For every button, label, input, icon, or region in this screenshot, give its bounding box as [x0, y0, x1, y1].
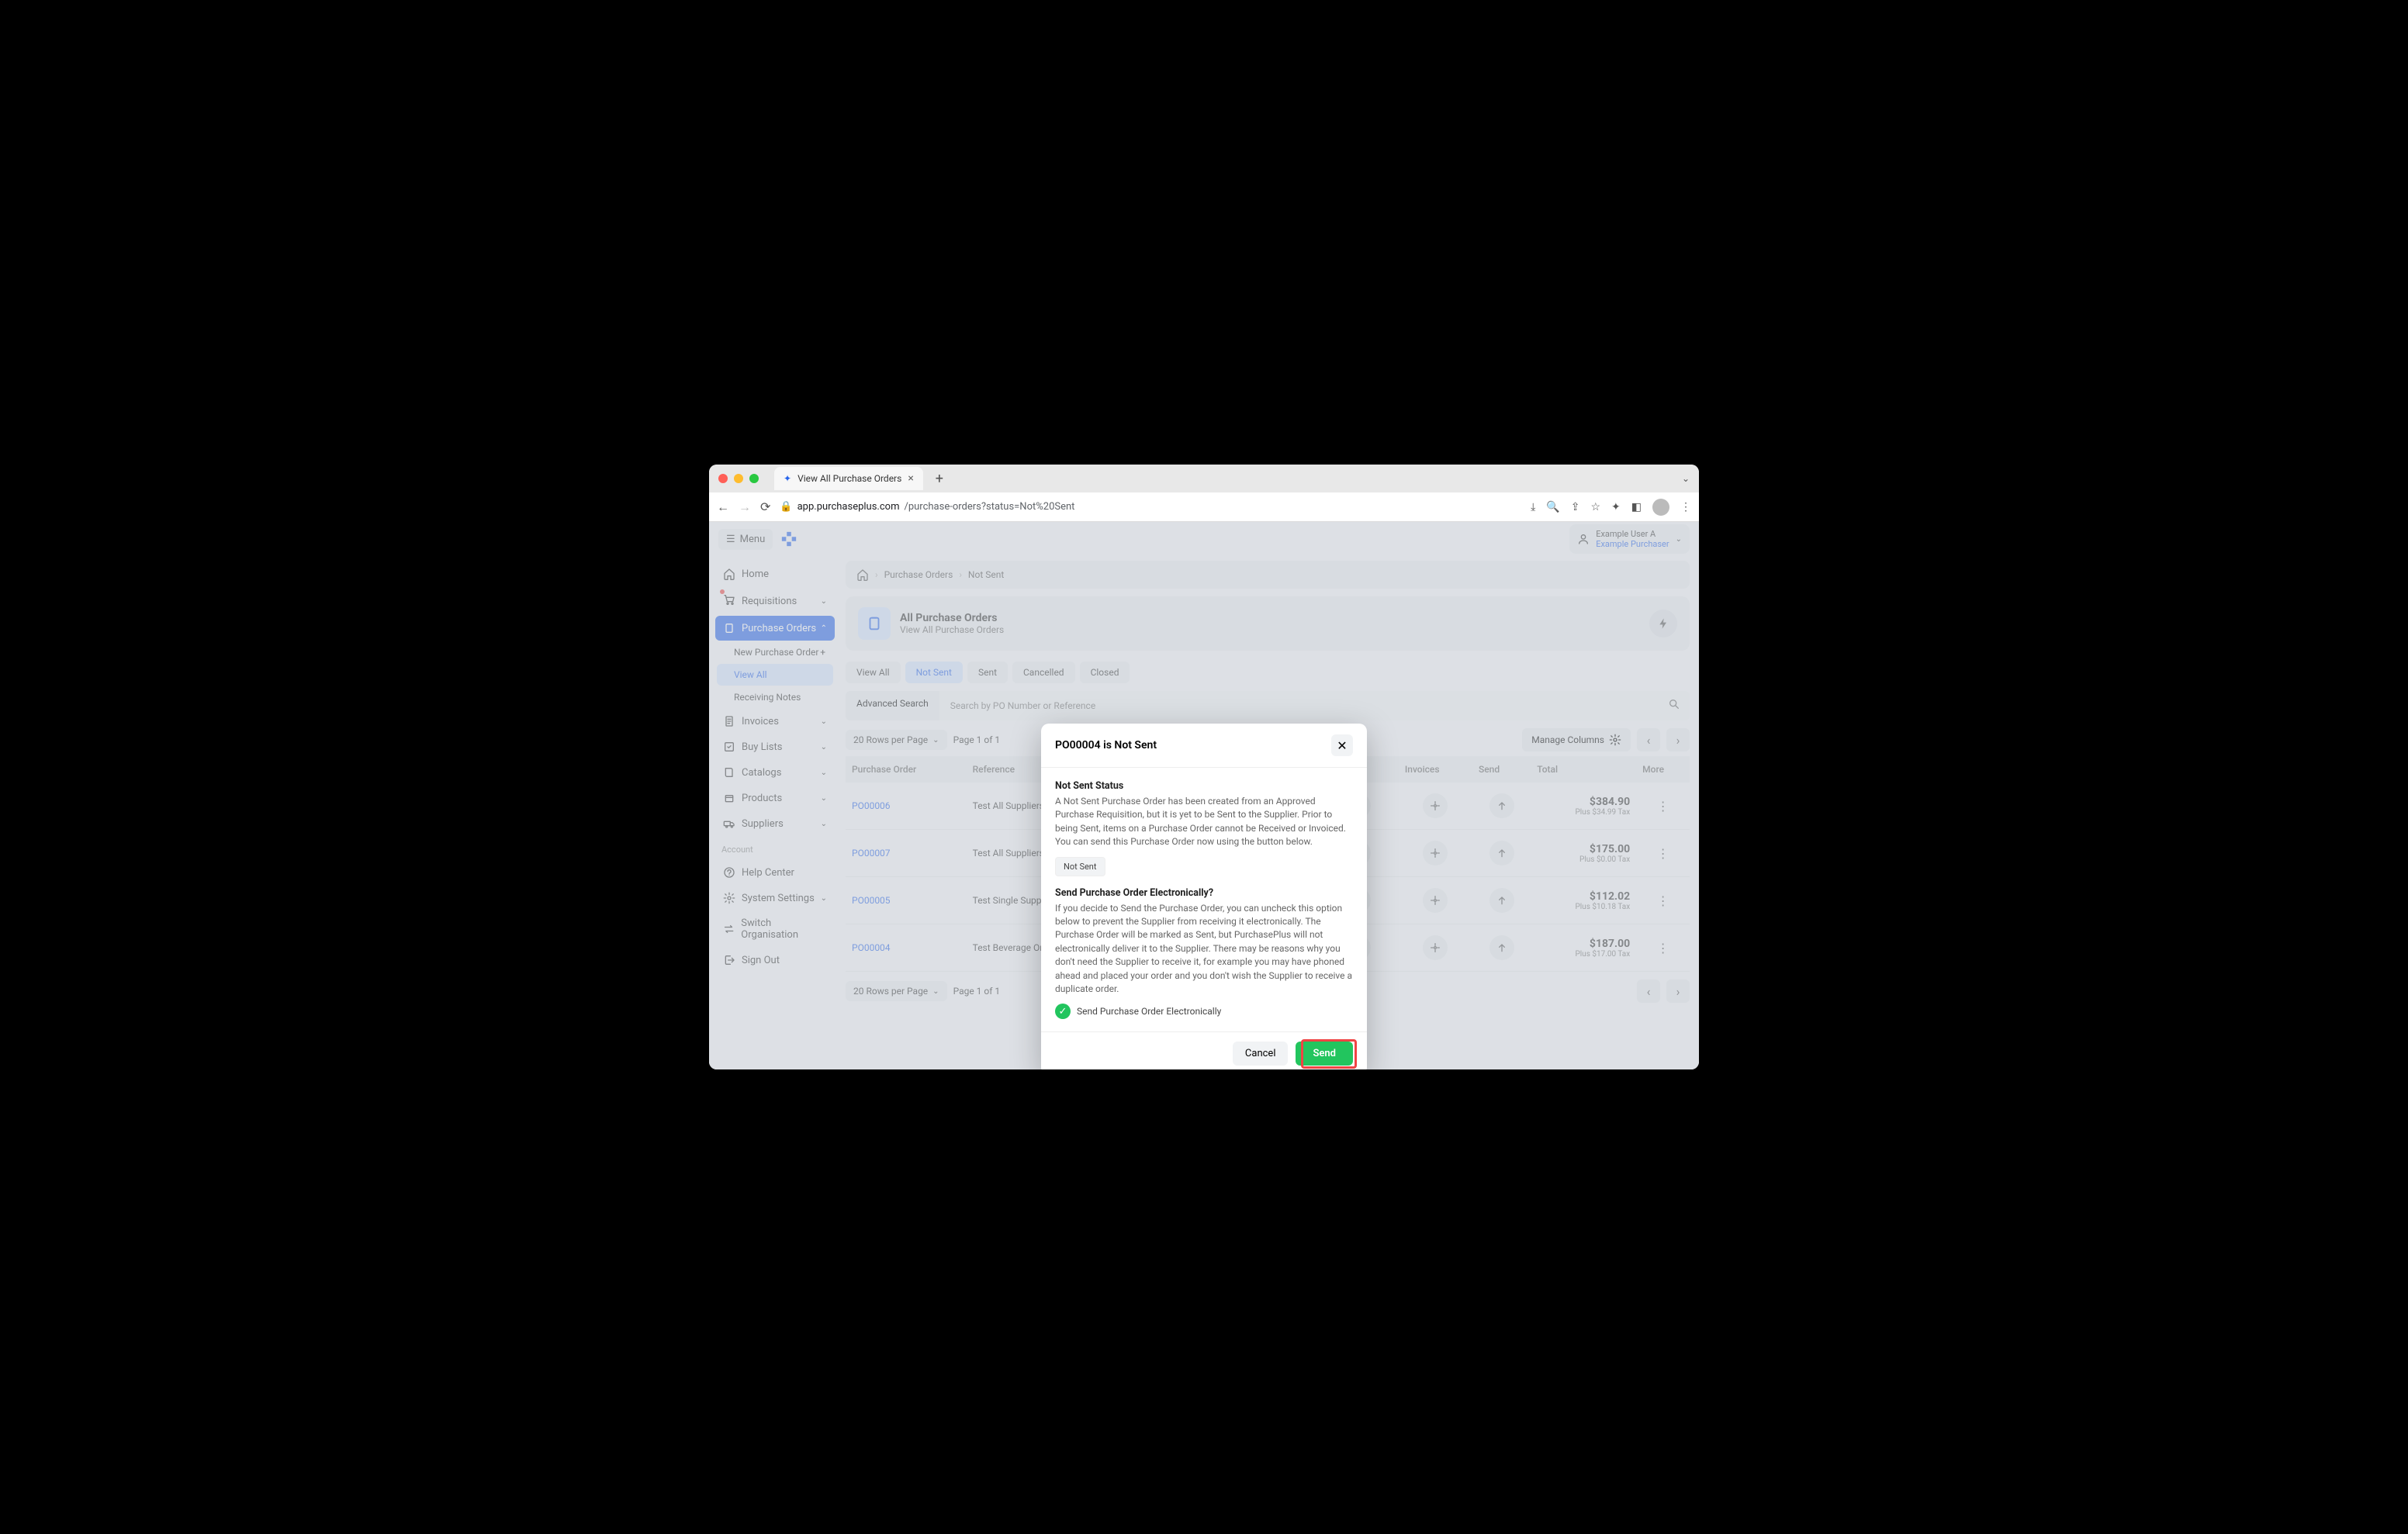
new-tab-button[interactable]: +: [936, 471, 943, 487]
tab-overflow-icon[interactable]: ⌄: [1682, 473, 1690, 484]
sidepanel-icon[interactable]: ◧: [1631, 501, 1642, 513]
traffic-lights: [718, 474, 759, 483]
url-path: /purchase-orders?status=Not%20Sent: [904, 501, 1074, 513]
browser-actions: ⤓ 🔍 ⇪ ☆ ✦ ◧ ⋮: [1531, 499, 1691, 516]
tab-favicon: ✦: [784, 473, 791, 484]
modal-title: PO00004 is Not Sent: [1055, 739, 1157, 751]
send-electronically-toggle[interactable]: ✓ Send Purchase Order Electronically: [1055, 1004, 1353, 1019]
po-status-modal: PO00004 is Not Sent ✕ Not Sent Status A …: [1041, 724, 1367, 1069]
app-root: ☰ Menu Example User A Example Purchaser …: [709, 522, 1699, 1069]
section-title-send: Send Purchase Order Electronically?: [1055, 887, 1353, 899]
close-tab-icon[interactable]: ×: [908, 472, 913, 485]
cancel-button[interactable]: Cancel: [1233, 1042, 1289, 1066]
close-icon: ✕: [1337, 738, 1347, 753]
address-bar[interactable]: 🔒 app.purchaseplus.com/purchase-orders?s…: [780, 501, 1521, 513]
bookmark-icon[interactable]: ☆: [1590, 501, 1600, 513]
modal-footer: Cancel Send: [1041, 1031, 1367, 1069]
status-badge: Not Sent: [1055, 857, 1105, 876]
menu-icon[interactable]: ⋮: [1680, 501, 1691, 513]
lock-icon: 🔒: [780, 501, 792, 513]
url-bar: ← → ⟳ 🔒 app.purchaseplus.com/purchase-or…: [709, 492, 1699, 522]
reload-button[interactable]: ⟳: [760, 499, 770, 515]
modal-body: Not Sent Status A Not Sent Purchase Orde…: [1041, 768, 1367, 1031]
back-button[interactable]: ←: [717, 499, 729, 515]
browser-window: ✦ View All Purchase Orders × + ⌄ ← → ⟳ 🔒…: [709, 465, 1699, 1069]
tab-title: View All Purchase Orders: [797, 473, 901, 484]
minimize-window-button[interactable]: [734, 474, 743, 483]
share-icon[interactable]: ⇪: [1571, 501, 1580, 513]
check-label: Send Purchase Order Electronically: [1077, 1006, 1221, 1017]
section-text-send: If you decide to Send the Purchase Order…: [1055, 902, 1353, 997]
forward-button[interactable]: →: [739, 499, 751, 515]
nav-buttons: ← → ⟳: [717, 499, 770, 515]
profile-avatar[interactable]: [1652, 499, 1669, 516]
download-icon[interactable]: ⤓: [1531, 501, 1535, 513]
modal-header: PO00004 is Not Sent ✕: [1041, 724, 1367, 768]
section-text-status: A Not Sent Purchase Order has been creat…: [1055, 795, 1353, 849]
extensions-icon[interactable]: ✦: [1611, 501, 1621, 513]
section-title-status: Not Sent Status: [1055, 780, 1353, 792]
maximize-window-button[interactable]: [749, 474, 759, 483]
check-circle-icon: ✓: [1055, 1004, 1071, 1019]
zoom-icon[interactable]: 🔍: [1546, 501, 1559, 513]
close-window-button[interactable]: [718, 474, 728, 483]
url-host: app.purchaseplus.com: [797, 501, 900, 513]
browser-tab[interactable]: ✦ View All Purchase Orders ×: [774, 467, 923, 490]
tab-bar: ✦ View All Purchase Orders × + ⌄: [709, 465, 1699, 492]
send-button[interactable]: Send: [1296, 1042, 1353, 1066]
close-modal-button[interactable]: ✕: [1331, 734, 1353, 756]
